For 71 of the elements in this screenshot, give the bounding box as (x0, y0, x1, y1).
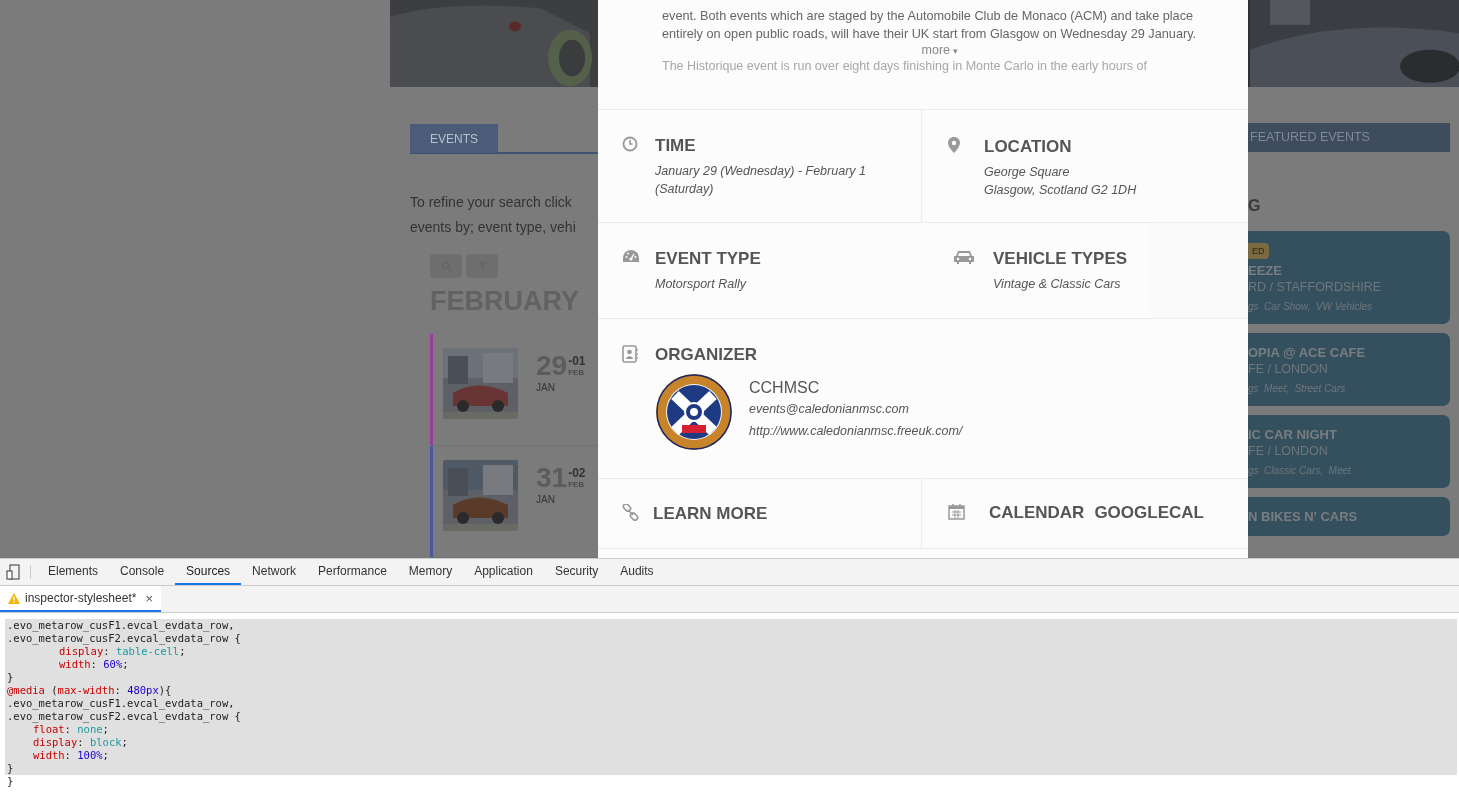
file-name: inspector-stylesheet* (25, 591, 137, 605)
event-type-label: EVENT TYPE (655, 249, 761, 269)
card-tags: gs Car Show, VW Vehicles (1248, 301, 1373, 312)
code-line: .evo_metarow_cusF1.evcal_evdata_row, (7, 619, 236, 632)
more-button[interactable]: more ▾ (921, 43, 959, 59)
code-line: } (7, 775, 15, 788)
intro-text: To refine your search click (410, 193, 573, 212)
clock-icon (622, 136, 638, 152)
code-line: } (7, 762, 15, 775)
vehicle-types-label: VEHICLE TYPES (993, 249, 1128, 269)
card-title: IC CAR NIGHT (1248, 427, 1337, 442)
card-title: EEZE (1248, 263, 1282, 278)
link-icon (622, 504, 639, 521)
location-pin-icon (948, 137, 960, 153)
google-calendar-link[interactable]: GOOGLECAL (1094, 503, 1204, 523)
faded-description: The Historique event is run over eight days finishing in Monte Carlo in the early hours of (662, 59, 1148, 74)
event-month-number: -01 (568, 354, 586, 368)
event-description: event. Both events which are staged by the Automobile Club de Monaco (ACM) and take place entirely on open public roads, will have their UK start from Glasgow on Wednesday 29 January. (662, 8, 1198, 43)
contact-card-icon (622, 345, 638, 363)
event-month-abbr: FEB (568, 480, 585, 489)
code-line: float: none; (32, 723, 110, 736)
code-line: display: table-cell; (58, 645, 187, 658)
gauge-icon (622, 249, 640, 263)
code-line: width: 100%; (32, 749, 110, 762)
organizer-website-link[interactable]: http://www.caledonianmsc.freeuk.com/ (749, 420, 963, 442)
card-location: RD / STAFFORDSHIRE (1248, 280, 1382, 294)
organizer-name: CCHMSC (749, 378, 821, 398)
devtools-tab[interactable]: Security (543, 559, 610, 585)
car-icon (954, 249, 974, 264)
code-line: width: 60%; (58, 658, 130, 671)
card-title: OPIA @ ACE CAFE (1248, 345, 1366, 360)
organizer-label: ORGANIZER (655, 345, 758, 365)
device-toggle-icon[interactable] (6, 564, 20, 580)
event-month-number: -02 (568, 466, 586, 480)
learn-more-link[interactable]: LEARN MORE (653, 504, 768, 524)
calendar-label: CALENDAR (989, 503, 1085, 523)
event-month: JAN (536, 382, 556, 393)
side-heading: G (1248, 197, 1262, 216)
card-tags: gs Meet, Street Cars (1248, 383, 1346, 394)
devtools-tab[interactable]: Audits (609, 559, 665, 585)
code-line: @media (max-width: 480px){ (7, 684, 173, 697)
file-tab[interactable]: inspector-stylesheet* × (0, 586, 161, 612)
code-line: .evo_metarow_cusF2.evcal_evdata_row { (7, 632, 242, 645)
devtools-tab[interactable]: Network (241, 559, 308, 585)
warning-icon (8, 592, 20, 604)
code-line: } (7, 671, 15, 684)
card-location: FE / LONDON (1248, 362, 1328, 376)
code-line: .evo_metarow_cusF2.evcal_evdata_row { (7, 710, 242, 723)
devtools-tab[interactable]: Performance (307, 559, 398, 585)
devtools-tab[interactable]: Application (463, 559, 544, 585)
close-tab-button[interactable]: × (141, 590, 157, 606)
featured-badge: ED (1248, 243, 1269, 259)
time-label: TIME (655, 136, 697, 156)
devtools-tab[interactable]: Memory (397, 559, 464, 585)
calendar-icon (948, 503, 965, 520)
location-label: LOCATION (984, 137, 1073, 157)
events-tab[interactable]: EVENTS (410, 124, 498, 153)
location-value: George Square Glasgow, Scotland G2 1DH (984, 164, 1137, 199)
devtools-tab[interactable]: Console (109, 559, 176, 585)
event-month: JAN (536, 494, 556, 505)
devtools-tab[interactable]: Elements (37, 559, 110, 585)
organizer-email-link[interactable]: events@caledonianmsc.com (749, 398, 963, 420)
intro-text: events by; event type, vehi (410, 218, 577, 237)
event-month-abbr: FEB (568, 368, 585, 377)
card-title: N BIKES N' CARS (1248, 509, 1358, 524)
card-location: FE / LONDON (1248, 444, 1328, 458)
vehicle-types-value: Vintage & Classic Cars (993, 276, 1122, 293)
code-line: .evo_metarow_cusF1.evcal_evdata_row, (7, 697, 236, 710)
code-line: display: block; (32, 736, 129, 749)
event-type-value: Motorsport Rally (655, 276, 748, 293)
time-value: January 29 (Wednesday) - February 1 (Saturday) (655, 163, 866, 198)
